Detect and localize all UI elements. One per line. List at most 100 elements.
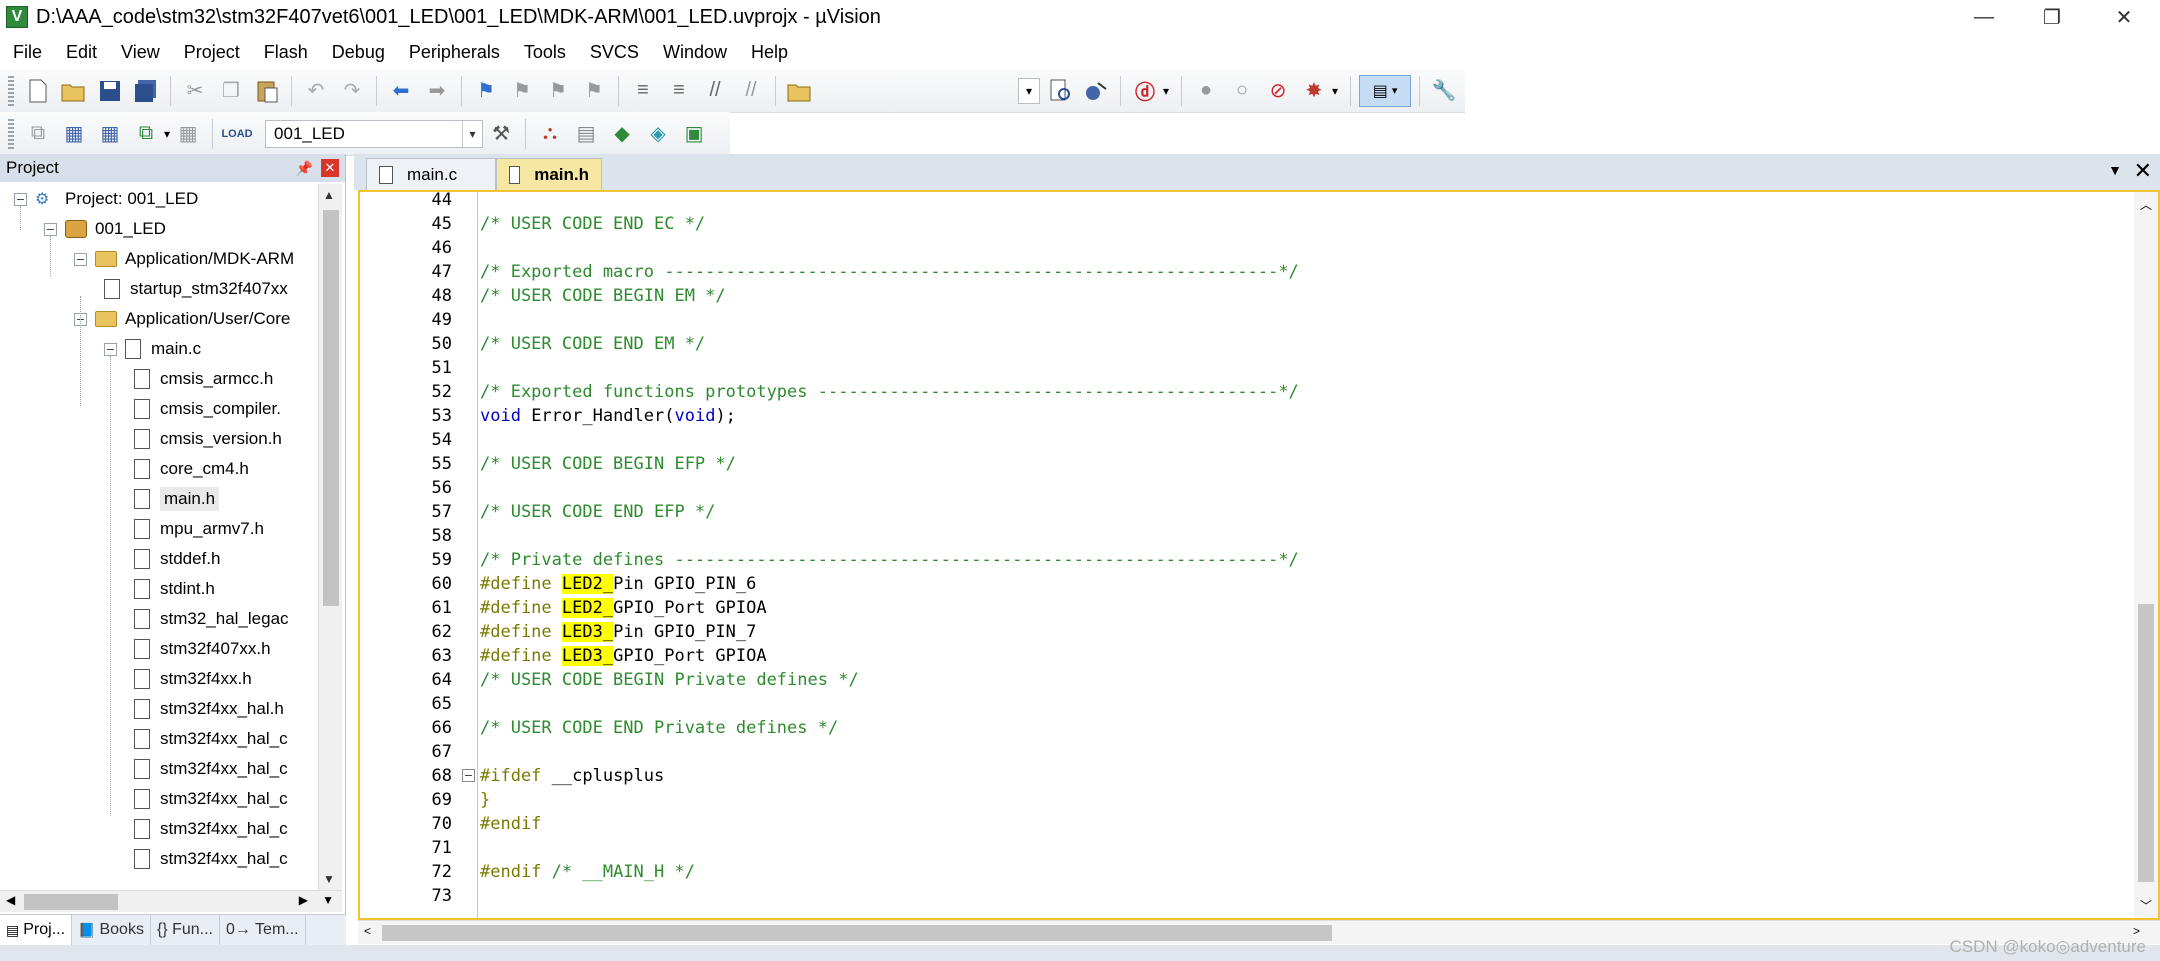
scroll-right-icon[interactable]: ▶ xyxy=(299,893,308,907)
tree-item[interactable]: cmsis_version.h xyxy=(134,424,282,454)
code-line[interactable]: 61 #define LED2_GPIO_Port GPIOA xyxy=(360,596,2130,620)
target-select[interactable]: 001_LED ▾ xyxy=(265,119,484,148)
code-line[interactable]: 55 /* USER CODE BEGIN EFP */ xyxy=(360,452,2130,476)
scroll-down-icon[interactable]: ﹀ xyxy=(2140,897,2152,914)
fold-toggle-icon[interactable]: − xyxy=(462,769,475,782)
close-button[interactable]: ✕ xyxy=(2090,0,2158,34)
code-line[interactable]: 52 /* Exported functions prototypes -----… xyxy=(360,380,2130,404)
scroll-up-icon[interactable]: ▲ xyxy=(323,188,335,202)
stop-build-icon[interactable]: ▦ xyxy=(172,118,204,150)
tab-main-c[interactable]: main.c xyxy=(366,158,496,190)
select-packs-icon[interactable]: ▤ xyxy=(570,118,602,150)
tree-item[interactable]: core_cm4.h xyxy=(134,454,249,484)
chevron-down-icon[interactable]: ▾ xyxy=(1018,77,1040,104)
scrollbar-thumb[interactable] xyxy=(24,894,118,910)
tree-item[interactable]: cmsis_armcc.h xyxy=(134,364,273,394)
incremental-find-icon[interactable] xyxy=(1044,75,1076,107)
menu-flash[interactable]: Flash xyxy=(251,42,319,63)
tree-item[interactable]: − main.c xyxy=(104,334,201,364)
tree-item[interactable]: stm32f4xx_hal_c xyxy=(134,754,288,784)
code-line[interactable]: 49 xyxy=(360,308,2130,332)
build-icon[interactable]: ▦ xyxy=(58,118,90,150)
code-line[interactable]: 59 /* Private defines -------------------… xyxy=(360,548,2130,572)
options-for-target-icon[interactable]: ⚒ xyxy=(485,118,517,150)
code-line[interactable]: 51 xyxy=(360,356,2130,380)
tree-item[interactable]: cmsis_compiler. xyxy=(134,394,281,424)
collapse-toggle-icon[interactable]: − xyxy=(104,342,117,356)
run-time-environment-icon[interactable]: ◈ xyxy=(642,118,674,150)
previous-bookmark-icon[interactable]: ⚑ xyxy=(506,75,538,107)
configure-icon[interactable]: 🔧 xyxy=(1428,75,1460,107)
undo-icon[interactable]: ↶ xyxy=(300,75,332,107)
code-line[interactable]: 62 #define LED3_Pin GPIO_PIN_7 xyxy=(360,620,2130,644)
editor-vertical-scrollbar[interactable]: ︿ ﹀ xyxy=(2134,192,2158,918)
tree-item[interactable]: − Application/MDK-ARM xyxy=(74,244,294,274)
code-line[interactable]: 66 /* USER CODE END Private defines */ xyxy=(360,716,2130,740)
breakpoint-icon[interactable]: ● xyxy=(1190,75,1222,107)
menu-svcs[interactable]: SVCS xyxy=(577,42,650,63)
panel-tab-project-tab[interactable]: ▤ Proj... xyxy=(0,915,73,945)
chevron-down-icon[interactable]: ▾ xyxy=(1332,84,1338,98)
editor-horizontal-scrollbar[interactable]: < > xyxy=(358,920,2160,944)
project-tree-vertical-scrollbar[interactable]: ▲ ▼ xyxy=(318,184,342,890)
insert-bookmark-icon[interactable]: ⚑ xyxy=(470,75,502,107)
pin-icon[interactable]: 📌 xyxy=(296,160,313,177)
tab-main-h[interactable]: main.h xyxy=(496,158,602,190)
menu-edit[interactable]: Edit xyxy=(53,42,108,63)
browse-symbols-icon[interactable] xyxy=(1080,75,1112,107)
code-line[interactable]: 69} xyxy=(360,788,2130,812)
translate-icon[interactable]: ⧉ xyxy=(22,118,54,150)
cut-icon[interactable]: ✂ xyxy=(179,75,211,107)
scrollbar-thumb[interactable] xyxy=(2138,604,2154,882)
toolbar-grip[interactable] xyxy=(8,118,14,149)
batch-build-icon[interactable]: ⧉ xyxy=(130,118,162,150)
code-line[interactable]: 64 /* USER CODE BEGIN Private defines */ xyxy=(360,668,2130,692)
scroll-left-icon[interactable]: < xyxy=(364,924,371,938)
comment-selection-icon[interactable]: // xyxy=(699,75,731,107)
tree-item[interactable]: stdint.h xyxy=(134,574,215,604)
next-bookmark-icon[interactable]: ⚑ xyxy=(542,75,574,107)
scroll-right-icon[interactable]: > xyxy=(2133,924,2140,938)
chevron-down-icon[interactable]: ▾ xyxy=(164,127,170,141)
code-line[interactable]: 72 #endif /* __MAIN_H */ xyxy=(360,860,2130,884)
menu-window[interactable]: Window xyxy=(650,42,738,63)
tree-item[interactable]: stm32f4xx_hal.h xyxy=(134,694,284,724)
code-line[interactable]: 54 xyxy=(360,428,2130,452)
open-file-icon[interactable] xyxy=(58,75,90,107)
tree-item[interactable]: stddef.h xyxy=(134,544,221,574)
manage-project-items-icon[interactable]: ⛬ xyxy=(534,118,566,150)
tree-item[interactable]: startup_stm32f407xx xyxy=(104,274,288,304)
code-line[interactable]: 44 xyxy=(360,192,2130,212)
navigate-back-icon[interactable]: ⬅ xyxy=(385,75,417,107)
tree-item[interactable]: mpu_armv7.h xyxy=(134,514,264,544)
new-file-icon[interactable] xyxy=(22,75,54,107)
tree-item[interactable]: stm32f4xx_hal_c xyxy=(134,814,288,844)
code-line[interactable]: 73 xyxy=(360,884,2130,908)
tree-item[interactable]: stm32f4xx_hal_c xyxy=(134,784,288,814)
code-editor[interactable]: 44 45 /* USER CODE END EC */ 46 47 /* Exporte… xyxy=(358,190,2160,920)
tree-item[interactable]: stm32f4xx.h xyxy=(134,664,252,694)
tree-item[interactable]: main.h xyxy=(134,484,220,514)
clear-bookmarks-icon[interactable]: ⚑ xyxy=(578,75,610,107)
code-line[interactable]: 56 xyxy=(360,476,2130,500)
find-combo[interactable]: ▾ xyxy=(1018,76,1042,106)
pack-installer-icon[interactable]: ◆ xyxy=(606,118,638,150)
menu-file[interactable]: File xyxy=(0,42,53,63)
collapse-toggle-icon[interactable]: − xyxy=(14,192,27,206)
chevron-down-icon[interactable]: ▾ xyxy=(1163,84,1169,98)
code-line[interactable]: 65 xyxy=(360,692,2130,716)
panel-tab-books[interactable]: 📘 Books xyxy=(72,915,151,945)
minimize-button[interactable]: — xyxy=(1950,0,2018,34)
collapse-toggle-icon[interactable]: − xyxy=(44,222,57,236)
toolbar-grip[interactable] xyxy=(8,75,14,106)
download-icon[interactable]: LOAD xyxy=(221,118,253,150)
menu-debug[interactable]: Debug xyxy=(319,42,396,63)
save-all-icon[interactable] xyxy=(130,75,162,107)
collapse-toggle-icon[interactable]: − xyxy=(74,252,87,266)
code-line[interactable]: 68− #ifdef __cplusplus xyxy=(360,764,2130,788)
code-line[interactable]: 63 #define LED3_GPIO_Port GPIOA xyxy=(360,644,2130,668)
project-tree-horizontal-scrollbar[interactable]: ◀ ▶ ▼ xyxy=(0,890,342,912)
code-line[interactable]: 50 /* USER CODE END EM */ xyxy=(360,332,2130,356)
chevron-down-icon[interactable]: ▼ xyxy=(322,893,334,907)
tree-item[interactable]: stm32f4xx_hal_c xyxy=(134,844,288,874)
